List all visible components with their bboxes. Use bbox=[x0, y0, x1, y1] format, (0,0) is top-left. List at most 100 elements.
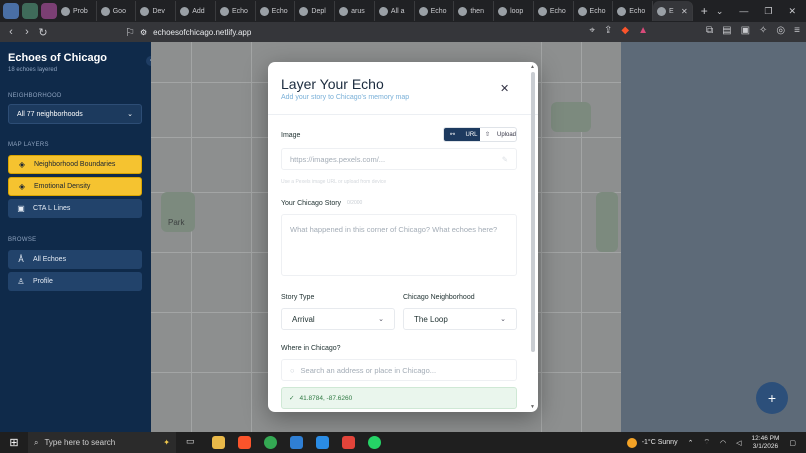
neighborhood-label: Chicago Neighborhood bbox=[403, 294, 475, 301]
whatsapp-icon[interactable] bbox=[368, 436, 381, 449]
nav-all-echoes[interactable]: Å All Echoes bbox=[8, 250, 142, 269]
tab-favicon-icon bbox=[339, 6, 349, 16]
maximize-icon[interactable]: ❐ bbox=[764, 6, 772, 17]
map-park bbox=[596, 192, 618, 252]
app-sidebar: Echoes of Chicago 18 echoes layered ‹ NE… bbox=[0, 42, 156, 432]
extensions-icon[interactable]: ⧉ bbox=[706, 25, 713, 36]
story-label: Your Chicago Story bbox=[281, 200, 342, 207]
file-explorer-icon[interactable] bbox=[212, 436, 225, 449]
browser-tab[interactable]: Echo bbox=[256, 1, 296, 21]
browser-tab[interactable]: then bbox=[454, 1, 495, 21]
browse-section-label: BROWSE bbox=[8, 237, 37, 243]
close-tab-icon[interactable]: ✕ bbox=[681, 7, 688, 16]
scroll-up-icon[interactable]: ▲ bbox=[530, 64, 535, 70]
browser-tab[interactable]: Dev bbox=[136, 1, 177, 21]
neighborhood-select[interactable]: All 77 neighborhoods ⌄ bbox=[8, 104, 142, 124]
browser-tab[interactable]: Prob bbox=[57, 1, 97, 21]
browser-tab[interactable]: Echo bbox=[534, 1, 574, 21]
location-search-input[interactable]: ○ Search an address or place in Chicago.… bbox=[281, 359, 517, 381]
browser-tab[interactable]: Add bbox=[176, 1, 216, 21]
reload-icon[interactable]: ↻ bbox=[35, 26, 51, 39]
browser-tab-active[interactable]: E ✕ bbox=[653, 1, 693, 21]
forward-icon[interactable]: › bbox=[19, 26, 35, 38]
mail-icon[interactable] bbox=[290, 436, 303, 449]
image-url-input[interactable]: https://images.pexels.com/... ✎ bbox=[281, 148, 517, 170]
notifications-icon[interactable]: ▢ bbox=[789, 439, 796, 447]
tab-favicon-icon bbox=[617, 6, 627, 16]
nav-profile[interactable]: ♙ Profile bbox=[8, 272, 142, 291]
image-source-toggle: ⚯ URL ⇧ Upload bbox=[443, 127, 517, 142]
layers-icon: ◈ bbox=[18, 182, 26, 191]
windows-start-icon[interactable]: ⊞ bbox=[0, 436, 28, 449]
chrome-icon[interactable] bbox=[264, 436, 277, 449]
scrollbar-thumb[interactable] bbox=[531, 72, 535, 352]
close-icon[interactable]: ✕ bbox=[500, 82, 509, 95]
add-echo-button[interactable]: + bbox=[756, 382, 788, 414]
vpn-icon[interactable]: ✧ bbox=[759, 25, 767, 36]
modal-subtitle: Add your story to Chicago's memory map bbox=[281, 94, 410, 101]
layer-toggle-neighborhood-boundaries[interactable]: ◈ Neighborhood Boundaries bbox=[8, 155, 142, 174]
tab-favicon-icon bbox=[61, 6, 70, 16]
browser-tab[interactable]: Echo bbox=[216, 1, 256, 21]
sidebar-icon[interactable]: ▤ bbox=[722, 25, 731, 36]
menu-icon[interactable]: ≡ bbox=[794, 25, 800, 36]
minimize-icon[interactable]: — bbox=[739, 6, 748, 17]
pinned-tabs bbox=[0, 3, 57, 19]
weather-widget[interactable]: -1°C Sunny bbox=[626, 437, 678, 448]
vscode-icon[interactable] bbox=[316, 436, 329, 449]
site-info-icon[interactable]: ⚙ bbox=[140, 28, 147, 37]
user-icon: ♙ bbox=[17, 277, 25, 286]
close-window-icon[interactable]: ✕ bbox=[788, 6, 796, 17]
story-character-counter: 0/2000 bbox=[347, 200, 363, 206]
browser-tab[interactable]: Echo bbox=[613, 1, 654, 21]
url-field[interactable]: ⚙ echoesofchicago.netlify.app bbox=[140, 25, 640, 40]
browser-tab[interactable]: Echo bbox=[415, 1, 455, 21]
train-icon: ▣ bbox=[17, 204, 25, 213]
chevron-up-icon[interactable]: ⌃ bbox=[688, 439, 694, 447]
browser-tab[interactable]: loop bbox=[494, 1, 534, 21]
upload-tab[interactable]: ⇧ Upload bbox=[480, 128, 516, 141]
browser-tab[interactable]: All a bbox=[375, 1, 415, 21]
tab-favicon-icon bbox=[657, 6, 667, 16]
location-icon[interactable]: ⌖ bbox=[589, 25, 595, 36]
profile-icon[interactable]: ◎ bbox=[776, 25, 785, 36]
brave-active-icon[interactable] bbox=[342, 436, 355, 449]
task-view-icon[interactable]: ▭ bbox=[186, 436, 199, 449]
tab-search-icon[interactable]: ⌄ bbox=[716, 6, 724, 17]
wifi-icon[interactable]: ◠ bbox=[720, 439, 726, 447]
browser-tab[interactable]: Goo bbox=[97, 1, 137, 21]
bookmark-icon[interactable]: ⚐ bbox=[122, 26, 138, 39]
layer-toggle-emotional-density[interactable]: ◈ Emotional Density bbox=[8, 177, 142, 196]
brave-icon[interactable] bbox=[238, 436, 251, 449]
pinned-tab-2[interactable] bbox=[22, 3, 38, 19]
volume-icon[interactable]: ◁ bbox=[736, 439, 741, 447]
back-icon[interactable]: ‹ bbox=[3, 26, 19, 38]
neighborhood-select[interactable]: The Loop ⌄ bbox=[403, 308, 517, 330]
where-label: Where in Chicago? bbox=[281, 345, 341, 352]
wallet-icon[interactable]: ▣ bbox=[741, 25, 750, 36]
rewards-icon[interactable]: ▲ bbox=[638, 25, 648, 36]
share-icon[interactable]: ⇪ bbox=[604, 25, 612, 36]
tab-favicon-icon bbox=[299, 6, 309, 16]
browser-tab[interactable]: Depl bbox=[295, 1, 336, 21]
windows-taskbar: ⊞ ⌕ Type here to search ✦ ▭ -1°C Sunny ⌃… bbox=[0, 432, 806, 453]
layer-toggle-cta-l-lines[interactable]: ▣ CTA L Lines bbox=[8, 199, 142, 218]
modal-scrollbar[interactable]: ▲ ▼ bbox=[530, 64, 535, 410]
browser-tab[interactable]: arus bbox=[335, 1, 375, 21]
pinned-tab-1[interactable] bbox=[3, 3, 19, 19]
clock[interactable]: 12:46 PM 3/1/2026 bbox=[752, 435, 780, 451]
scroll-down-icon[interactable]: ▼ bbox=[530, 404, 535, 410]
network-icon[interactable]: ⌔ bbox=[703, 438, 710, 447]
taskbar-search[interactable]: ⌕ Type here to search ✦ bbox=[28, 432, 176, 453]
search-highlight-icon: ✦ bbox=[163, 438, 170, 447]
tab-favicon-icon bbox=[259, 6, 269, 16]
story-textarea[interactable]: What happened in this corner of Chicago?… bbox=[281, 214, 517, 276]
url-tab[interactable]: ⚯ URL bbox=[444, 128, 480, 141]
image-hint: Use a Pexels image URL or upload from de… bbox=[281, 179, 387, 185]
story-type-select[interactable]: Arrival ⌄ bbox=[281, 308, 395, 330]
map-label-park: Park bbox=[168, 218, 185, 227]
browser-tab[interactable]: Echo bbox=[574, 1, 614, 21]
brave-shield-icon[interactable]: ◆ bbox=[621, 25, 629, 36]
pinned-tab-3[interactable] bbox=[41, 3, 57, 19]
new-tab-button[interactable]: + bbox=[693, 4, 716, 18]
